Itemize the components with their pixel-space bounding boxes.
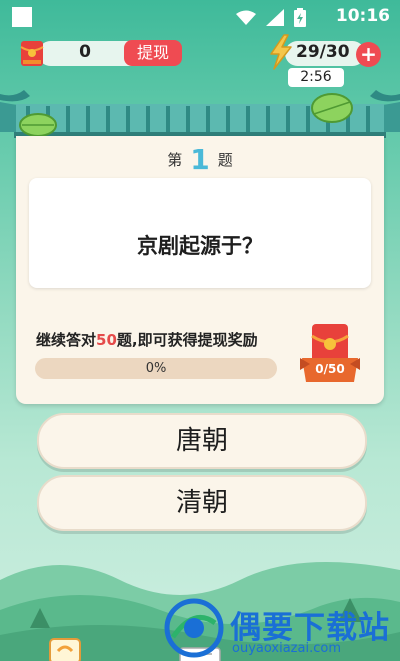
question-number-suffix: 题 (217, 151, 233, 169)
status-icons (236, 8, 306, 27)
add-energy-button[interactable]: + (356, 42, 381, 67)
battery-icon (294, 8, 306, 27)
coin-count: 0 (79, 42, 91, 62)
red-packet-icon[interactable] (20, 40, 44, 67)
reward-count: 0/50 (315, 362, 345, 376)
notification-icon (12, 7, 32, 27)
progress-label-before: 继续答对 (36, 331, 97, 349)
question-number-prefix: 第 (167, 151, 183, 169)
answer-option-1[interactable]: 唐朝 (37, 413, 367, 469)
progress-label-after: 题,即可获得提现奖励 (116, 331, 258, 349)
withdraw-button[interactable]: 提现 (124, 40, 182, 66)
progress-label-highlight: 50 (96, 331, 117, 349)
watermark-url: ouyaoxiazai.com (232, 641, 341, 656)
question-number: 第1题 (0, 143, 400, 176)
signal-icon (266, 9, 284, 26)
status-time: 10:16 (335, 6, 390, 26)
energy-count: 29/30 (296, 42, 350, 62)
leaf-icon (311, 93, 353, 123)
watermark-logo-icon (164, 598, 224, 658)
progress-percent: 0% (145, 361, 167, 376)
progress-label: 继续答对50题,即可获得提现奖励 (36, 329, 258, 350)
question-number-value: 1 (190, 143, 210, 176)
question-text: 京剧起源于？ (137, 234, 263, 258)
wifi-icon (236, 10, 256, 25)
lightning-icon (270, 34, 292, 70)
answer-option-2[interactable]: 清朝 (37, 475, 367, 531)
tab-icon-left[interactable] (46, 637, 84, 661)
status-bar: 10:16 (0, 0, 400, 34)
